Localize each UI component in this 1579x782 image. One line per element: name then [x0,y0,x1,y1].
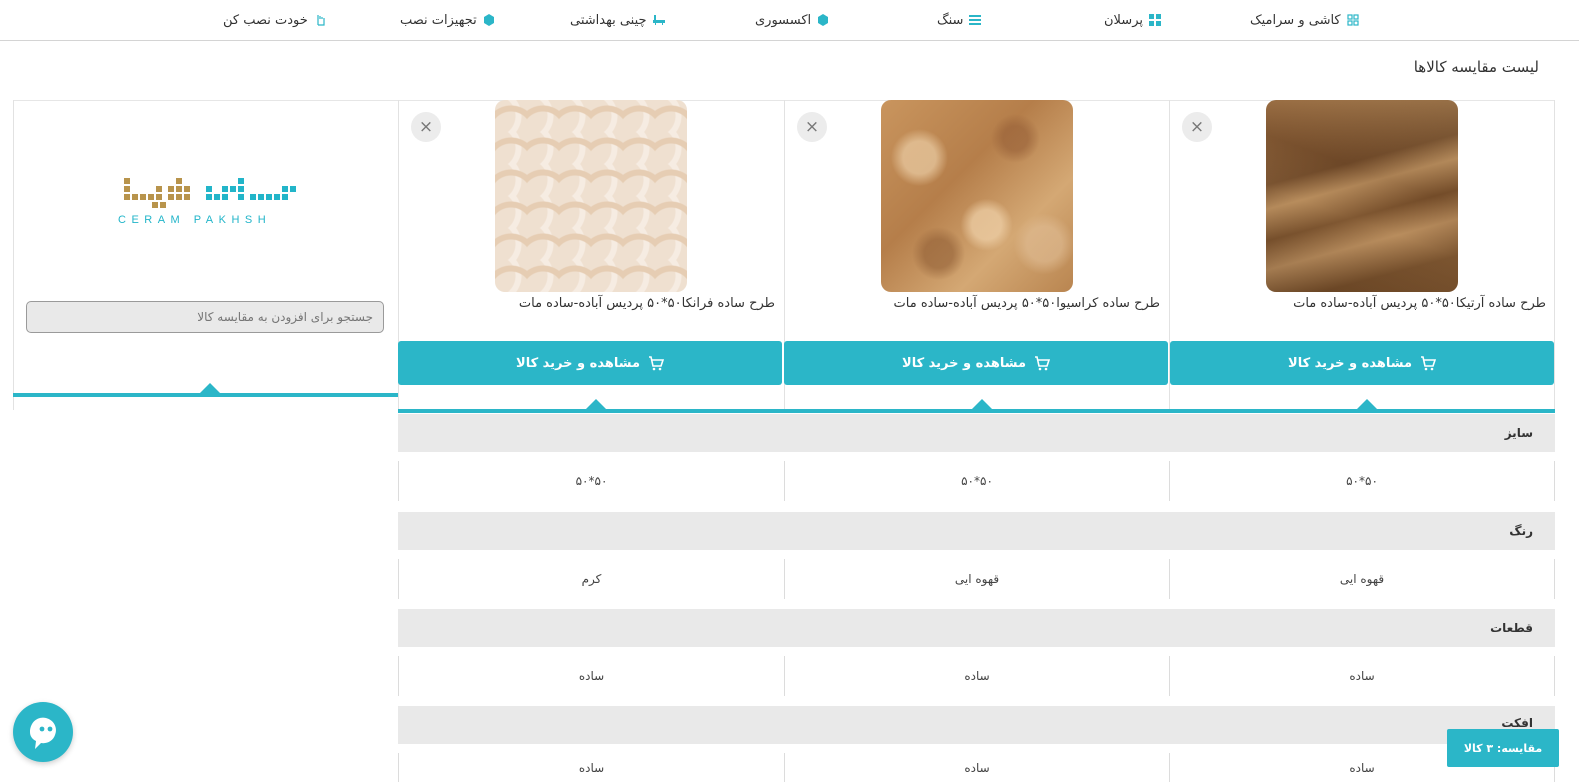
attribute-value: ساده [578,760,605,775]
close-icon: × [418,117,434,137]
product-image-krasiva[interactable] [881,100,1073,292]
compare-count-button[interactable]: مقایسه: ۳ کالا [1447,729,1559,767]
attribute-header-size: سایز [398,414,1555,452]
nav-item-label: اکسسوری [755,12,812,28]
gem-icon [483,14,494,26]
accent-triangle [1357,399,1377,409]
attribute-value: ساده [964,760,990,775]
attribute-value: ۵۰*۵۰ [961,474,993,488]
nav-item-porcelain[interactable]: پرسلان [1104,10,1161,30]
nav-item-label: خودت نصب کن [223,12,308,28]
cell-divider [1554,656,1555,696]
chat-icon [30,717,56,749]
product-name[interactable]: طرح ساده کراسیوا۵۰*۵۰ پردیس آباده-ساده م… [790,296,1160,311]
cart-icon [1421,355,1436,370]
nav-item-sanitary[interactable]: چینی بهداشتی [570,10,665,30]
nav-item-label: سنگ [937,12,964,28]
product-name[interactable]: طرح ساده آرتیکا۵۰*۵۰ پردیس آباده-ساده ما… [1176,296,1546,311]
product-image-artika[interactable] [1266,100,1458,292]
four-squares-icon [1149,14,1161,26]
column-divider [13,100,14,410]
product-name[interactable]: طرح ساده فرانکا۵۰*۵۰ پردیس آباده-ساده ما… [405,296,775,311]
close-icon: × [804,117,820,137]
attribute-value: ساده [964,669,990,683]
remove-product-button[interactable]: × [1182,112,1212,142]
attribute-value: ۵۰*۵۰ [575,474,608,488]
column-divider [1554,100,1555,410]
grid-tiles-icon [1347,14,1359,26]
nav-item-label: تجهیزات نصب [400,12,477,28]
accent-triangle [200,383,220,393]
cart-icon [649,355,664,370]
nav-item-diy[interactable]: خودت نصب کن [223,10,326,30]
button-label: مشاهده و خرید کالا [902,355,1026,371]
close-icon: × [1189,117,1205,137]
logo-text: CERAM PAKHSH [118,214,272,226]
chat-widget-button[interactable] [13,702,73,762]
nav-item-tiles[interactable]: کاشی و سرامیک [1250,10,1359,30]
attribute-value: ساده [578,669,605,683]
attribute-value: قهوه ایی [1339,572,1385,586]
ceram-pakhsh-logo[interactable]: CERAM PAKHSH [114,172,299,232]
accent-bar [398,409,1555,413]
attribute-value: ساده [1349,669,1375,683]
nav-item-installation-tools[interactable]: تجهیزات نصب [400,10,495,30]
nav-item-label: کاشی و سرامیک [1250,12,1341,28]
accent-bar [13,393,398,397]
attribute-header-effect: افکت [398,706,1555,744]
attribute-value: کرم [581,572,602,586]
stack-icon [969,15,982,25]
top-navigation: کاشی و سرامیک پرسلان سنگ اکسسوری چینی به… [0,0,1579,41]
remove-product-button[interactable]: × [411,112,441,142]
bathtub-icon [652,15,665,25]
nav-item-label: چینی بهداشتی [570,12,647,28]
gem-icon [818,14,829,26]
accent-triangle [972,399,992,409]
accent-triangle [586,399,606,409]
cell-divider [1554,461,1555,501]
cell-divider [1554,559,1555,599]
attribute-header-color: رنگ [398,512,1555,550]
button-label: مشاهده و خرید کالا [1288,355,1412,371]
hand-icon [317,15,325,26]
nav-item-stone[interactable]: سنگ [937,10,982,30]
attribute-value: ۵۰*۵۰ [1346,474,1378,488]
cart-icon [1035,355,1050,370]
nav-item-accessory[interactable]: اکسسوری [755,10,829,30]
product-image-franka[interactable] [495,100,687,292]
page-title: لیست مقایسه کالاها [1413,58,1539,76]
view-and-buy-button[interactable]: مشاهده و خرید کالا [1170,341,1554,385]
button-label: مشاهده و خرید کالا [516,355,640,371]
compare-search-input[interactable] [26,301,384,333]
attribute-value: قهوه ایی [954,572,1000,586]
nav-item-label: پرسلان [1104,12,1143,28]
remove-product-button[interactable]: × [797,112,827,142]
view-and-buy-button[interactable]: مشاهده و خرید کالا [784,341,1168,385]
view-and-buy-button[interactable]: مشاهده و خرید کالا [398,341,782,385]
attribute-header-pieces: قطعات [398,609,1555,647]
